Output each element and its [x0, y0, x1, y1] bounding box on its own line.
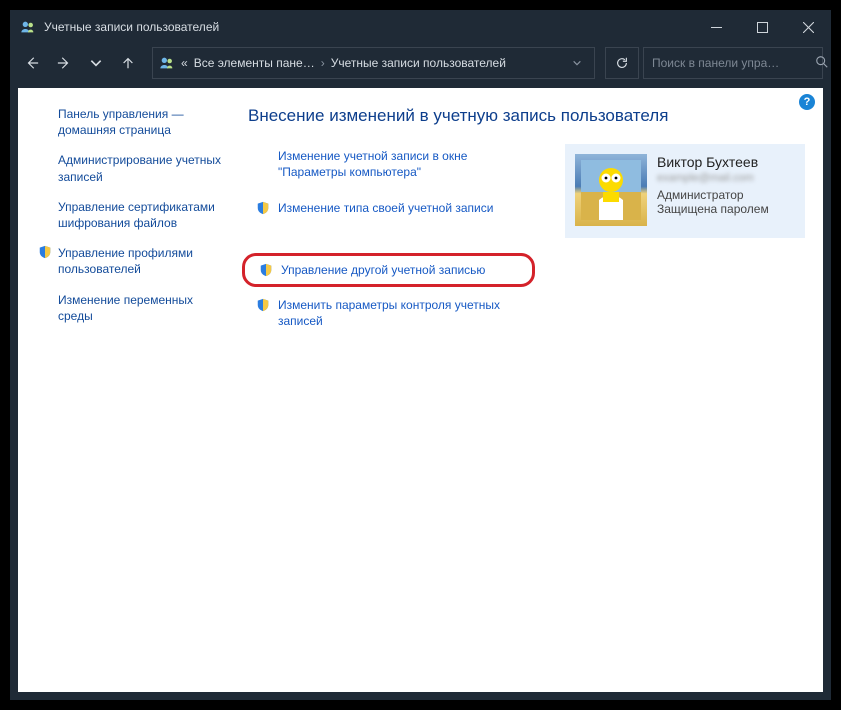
up-button[interactable]: [114, 49, 142, 77]
users-icon: [20, 19, 36, 35]
sidebar: Панель управления — домашняя страница Ад…: [28, 106, 228, 674]
forward-button[interactable]: [50, 49, 78, 77]
breadcrumb[interactable]: « Все элементы пане… › Учетные записи по…: [152, 47, 595, 79]
page-title: Внесение изменений в учетную запись поль…: [248, 106, 805, 126]
action-list: Изменение учетной записи в окне "Парамет…: [248, 144, 535, 345]
breadcrumb-item[interactable]: Все элементы пане…: [194, 56, 315, 70]
chevron-right-icon: ›: [321, 56, 325, 70]
user-protected: Защищена паролем: [657, 202, 793, 216]
search-box[interactable]: [643, 47, 823, 79]
search-icon: [815, 55, 829, 72]
sidebar-item-label: Панель управления — домашняя страница: [58, 106, 222, 138]
action-change-in-settings[interactable]: Изменение учетной записи в окне "Парамет…: [248, 144, 535, 184]
search-input[interactable]: [652, 56, 807, 70]
action-label: Изменение типа своей учетной записи: [278, 200, 493, 216]
window: Учетные записи пользователей: [10, 10, 831, 700]
user-role: Администратор: [657, 188, 793, 202]
user-email: example@mail.com: [657, 172, 793, 184]
back-button[interactable]: [18, 49, 46, 77]
sidebar-item-admin-accounts[interactable]: Администрирование учетных записей: [38, 152, 222, 184]
breadcrumb-prefix: «: [181, 56, 188, 70]
sidebar-item-label: Изменение переменных среды: [58, 292, 222, 324]
maximize-button[interactable]: [739, 10, 785, 44]
breadcrumb-item[interactable]: Учетные записи пользователей: [331, 56, 506, 70]
action-label: Изменить параметры контроля учетных запи…: [278, 297, 527, 329]
sidebar-item-home[interactable]: Панель управления — домашняя страница: [38, 106, 222, 138]
action-change-uac[interactable]: Изменить параметры контроля учетных запи…: [248, 293, 535, 333]
action-manage-other-account[interactable]: Управление другой учетной записью: [242, 253, 535, 287]
recent-dropdown[interactable]: [82, 49, 110, 77]
sidebar-item-label: Управление сертификатами шифрования файл…: [58, 199, 222, 231]
shield-icon: [259, 263, 273, 277]
breadcrumb-dropdown[interactable]: [566, 58, 588, 68]
minimize-button[interactable]: [693, 10, 739, 44]
action-label: Управление другой учетной записью: [281, 262, 485, 278]
shield-icon: [256, 298, 270, 312]
sidebar-item-label: Администрирование учетных записей: [58, 152, 222, 184]
close-button[interactable]: [785, 10, 831, 44]
titlebar: Учетные записи пользователей: [10, 10, 831, 44]
action-change-type[interactable]: Изменение типа своей учетной записи: [248, 196, 535, 220]
action-label: Изменение учетной записи в окне "Парамет…: [278, 148, 527, 180]
navbar: « Все элементы пане… › Учетные записи по…: [10, 44, 831, 88]
user-card: Виктор Бухтеев example@mail.com Админист…: [565, 144, 805, 238]
sidebar-item-certificates[interactable]: Управление сертификатами шифрования файл…: [38, 199, 222, 231]
sidebar-item-env-vars[interactable]: Изменение переменных среды: [38, 292, 222, 324]
sidebar-item-label: Управление профилями пользователей: [58, 245, 222, 277]
avatar: [575, 154, 647, 226]
breadcrumb-icon: [159, 55, 175, 71]
sidebar-item-profiles[interactable]: Управление профилями пользователей: [38, 245, 222, 277]
content-area: ? Панель управления — домашняя страница …: [18, 88, 823, 692]
shield-icon: [38, 245, 52, 259]
main-panel: Внесение изменений в учетную запись поль…: [228, 106, 805, 674]
refresh-button[interactable]: [605, 47, 639, 79]
user-name: Виктор Бухтеев: [657, 154, 793, 170]
shield-icon: [256, 201, 270, 215]
window-title: Учетные записи пользователей: [44, 20, 219, 34]
